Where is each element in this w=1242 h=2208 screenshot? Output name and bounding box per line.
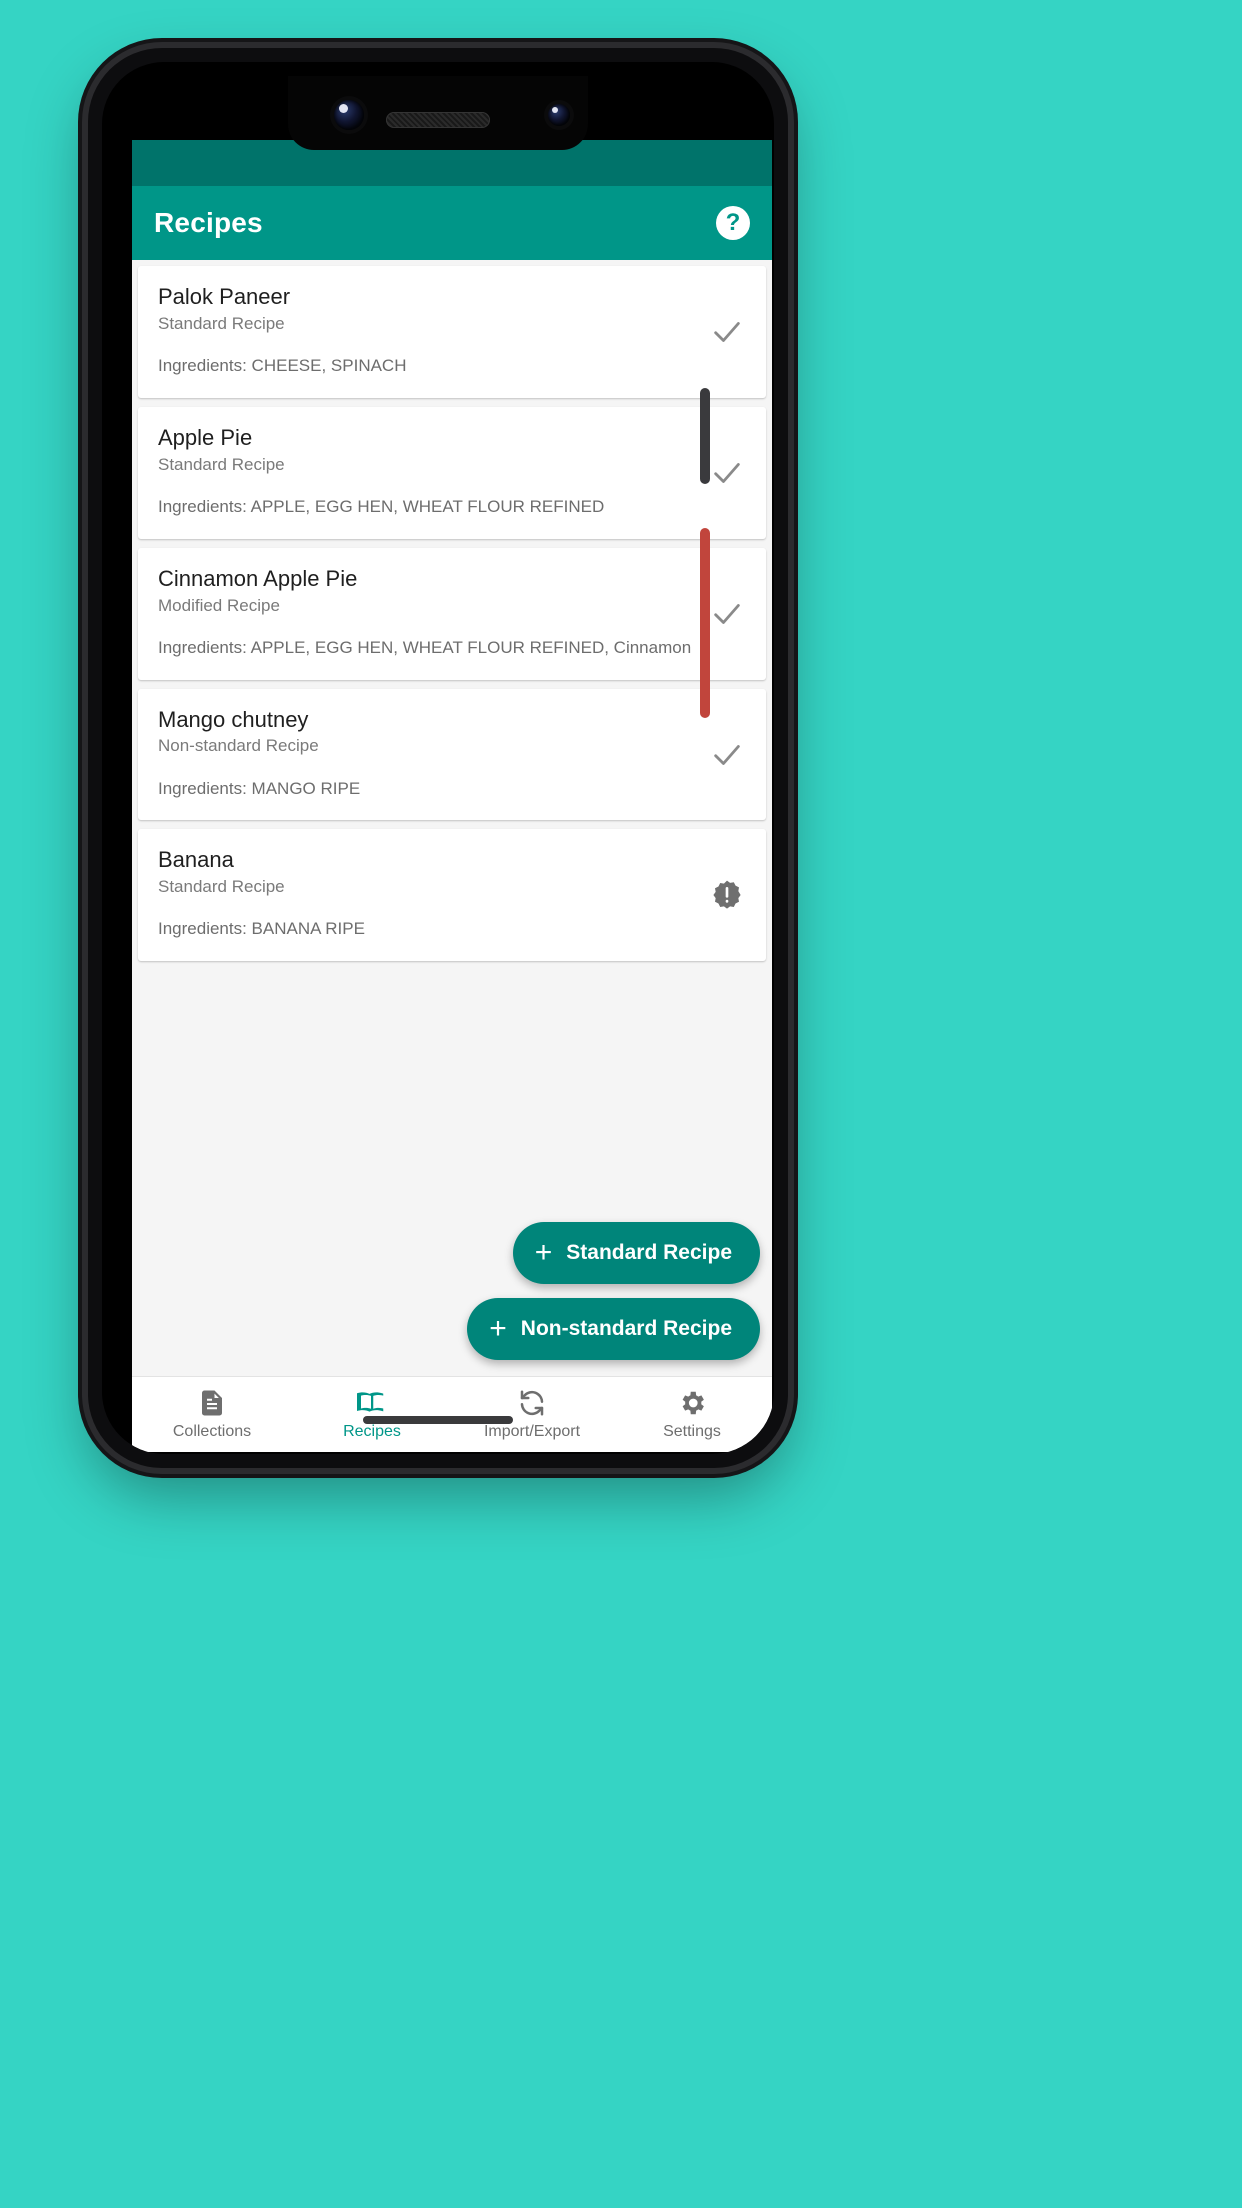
recipe-title: Banana (158, 847, 234, 873)
add-recipe-button-label: Standard Recipe (566, 1241, 732, 1264)
home-indicator (363, 1416, 513, 1424)
sync-icon (517, 1388, 547, 1418)
app-bar: Recipes ? (132, 186, 772, 260)
secondary-camera-icon (548, 104, 570, 126)
check-icon (710, 597, 744, 631)
nav-item-label: Recipes (343, 1423, 401, 1440)
page-title: Recipes (154, 207, 263, 238)
recipe-card-content: Apple Pie Standard Recipe Ingredients: APP… (158, 425, 746, 519)
phone-inner-bezel: Recipes ? Palok Paneer Standard Recipe Ing… (102, 62, 774, 1454)
recipe-subtitle: Modified Recipe (158, 595, 280, 615)
nav-item-import-export[interactable]: Import/Export (452, 1377, 612, 1452)
nav-item-label: Settings (663, 1423, 721, 1440)
earpiece-speaker (386, 112, 490, 128)
phone-notch (288, 76, 588, 150)
add-recipe-button-1[interactable]: + Non-standard Recipe (467, 1298, 760, 1360)
warning-badge-icon (710, 878, 744, 912)
recipe-ingredients: Ingredients: MANGO RIPE (158, 778, 361, 798)
help-icon[interactable]: ? (716, 206, 750, 240)
plus-icon: + (489, 1312, 507, 1345)
nav-item-label: Import/Export (483, 1423, 581, 1440)
recipe-list[interactable]: Palok Paneer Standard Recipe Ingredients: … (132, 260, 772, 1376)
recipe-card-content: Palok Paneer Standard Recipe Ingredients: … (158, 284, 746, 378)
recipe-subtitle: Standard Recipe (158, 313, 285, 333)
fab-group: + Standard Recipe + Non-standard Recipe (467, 1222, 760, 1360)
recipe-ingredients: Ingredients: APPLE, EGG HEN, WHEAT FLOUR… (158, 496, 605, 516)
power-button[interactable] (700, 388, 710, 484)
recipe-title: Cinnamon Apple Pie (158, 565, 358, 591)
recipe-card[interactable]: Cinnamon Apple Pie Modified Recipe Ingredi… (138, 547, 766, 680)
recipe-card[interactable]: Banana Standard Recipe Ingredients: BANANA… (138, 829, 766, 962)
recipe-card[interactable]: Mango chutney Non-standard Recipe Ingredie… (138, 688, 766, 821)
nav-item-collections[interactable]: Collections (132, 1377, 292, 1452)
recipe-ingredients: Ingredients: CHEESE, SPINACH (158, 355, 407, 375)
document-icon (197, 1388, 227, 1418)
recipe-ingredients: Ingredients: APPLE, EGG HEN, WHEAT FLOUR… (158, 637, 692, 657)
add-recipe-button-0[interactable]: + Standard Recipe (512, 1222, 760, 1284)
recipe-ingredients: Ingredients: BANANA RIPE (158, 919, 365, 939)
front-camera-icon (334, 100, 364, 130)
recipe-card-content: Mango chutney Non-standard Recipe Ingredie… (158, 707, 746, 801)
recipe-card[interactable]: Palok Paneer Standard Recipe Ingredients: … (138, 266, 766, 398)
app-screen: Recipes ? Palok Paneer Standard Recipe Ing… (132, 140, 772, 1452)
nav-item-label: Collections (172, 1423, 252, 1440)
bottom-navigation: Collections Recipes Import/Export Settings (132, 1376, 772, 1452)
gear-icon (677, 1388, 707, 1418)
nav-item-settings[interactable]: Settings (612, 1377, 772, 1452)
phone-frame: Recipes ? Palok Paneer Standard Recipe Ing… (88, 48, 788, 1468)
recipe-subtitle: Standard Recipe (158, 877, 285, 897)
check-icon (710, 738, 744, 772)
nav-item-recipes[interactable]: Recipes (292, 1377, 452, 1452)
book-icon (357, 1388, 387, 1418)
recipe-title: Palok Paneer (158, 284, 291, 309)
recipe-subtitle: Standard Recipe (158, 454, 285, 474)
recipe-subtitle: Non-standard Recipe (158, 736, 319, 756)
check-icon (710, 315, 744, 349)
recipe-card-content: Banana Standard Recipe Ingredients: BANANA… (158, 847, 746, 941)
recipe-card-content: Cinnamon Apple Pie Modified Recipe Ingredi… (158, 566, 746, 660)
recipe-card[interactable]: Apple Pie Standard Recipe Ingredients: APP… (138, 406, 766, 539)
volume-button[interactable] (700, 528, 710, 718)
add-recipe-button-label: Non-standard Recipe (520, 1317, 732, 1340)
recipe-title: Apple Pie (158, 424, 253, 450)
recipe-title: Mango chutney (158, 706, 309, 732)
plus-icon: + (534, 1236, 553, 1269)
check-icon (710, 456, 744, 490)
